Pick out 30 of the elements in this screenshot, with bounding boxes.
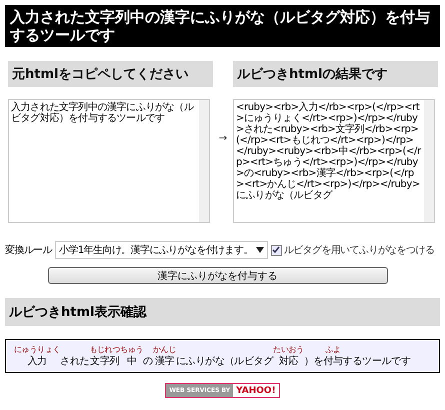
- preview-text: 付与: [323, 355, 343, 368]
- preview-text: された: [60, 355, 90, 368]
- preview-text: 漢字: [154, 355, 174, 368]
- caret-icon: [256, 247, 264, 253]
- ruby-reading: もじれつ: [89, 344, 120, 355]
- section-heading: 元htmlをコピペしてください: [8, 61, 213, 87]
- ruby-reading: にゅうりょく: [14, 344, 60, 355]
- ruby-reading: かんじ: [152, 344, 176, 355]
- output-field[interactable]: <ruby><rb>入力</rb><rp>(</rp><rt>にゅうりょく</rt><rp>)</rp></ruby>された<ruby><rb>文字列</rb><rp>(</rp><rt>もじれつ</rt><rp>)</rp></ruby><ruby><rb>中</rb><rp>(</rp><rt>ちゅう</rt><rp>)</rp></ruby>の<ruby><rb>漢字</rb><rp>(</rp><rt>かんじ</rt><rp>)</rp></ruby>にふりがな（ルビタグ: [233, 99, 435, 223]
- submit-button[interactable]: 漢字にふりがなを付与する: [48, 267, 388, 284]
- preview-text: 対応: [278, 355, 298, 368]
- section-heading: ルビつきhtml表示確認: [5, 298, 440, 326]
- section-heading: ルビつきhtmlの結果です: [233, 61, 438, 87]
- rule-label: 変換ルール: [5, 244, 52, 257]
- ruby-reading: ちゅう: [120, 344, 144, 355]
- page-title: 入力された文字列中の漢字にふりがな（ルビタグ対応）を付与するツールです: [5, 5, 440, 47]
- preview-text: の: [143, 355, 153, 368]
- arrow-text: →: [218, 133, 228, 144]
- preview-text: するツールです: [342, 355, 411, 368]
- ruby-reading: たいおう: [273, 344, 304, 355]
- rule-dropdown[interactable]: 小学1年生向け。漢字にふりがなを付けます。: [55, 241, 268, 259]
- input-field[interactable]: 入力された文字列中の漢字にふりがな（ルビタグ対応）を付与するツールです: [8, 99, 210, 223]
- ruby-reading: ふよ: [325, 344, 341, 355]
- preview-text: 中: [126, 355, 137, 368]
- preview-text: 入力: [27, 355, 47, 368]
- checkbox-label: ルビタグを用いてふりがなをつける: [284, 244, 434, 257]
- preview-text: ）を: [304, 355, 324, 368]
- preview-text: にふりがな（ルビタグ: [176, 355, 274, 368]
- preview-text: 文字列: [90, 355, 120, 368]
- ruby-checkbox[interactable]: [270, 244, 282, 256]
